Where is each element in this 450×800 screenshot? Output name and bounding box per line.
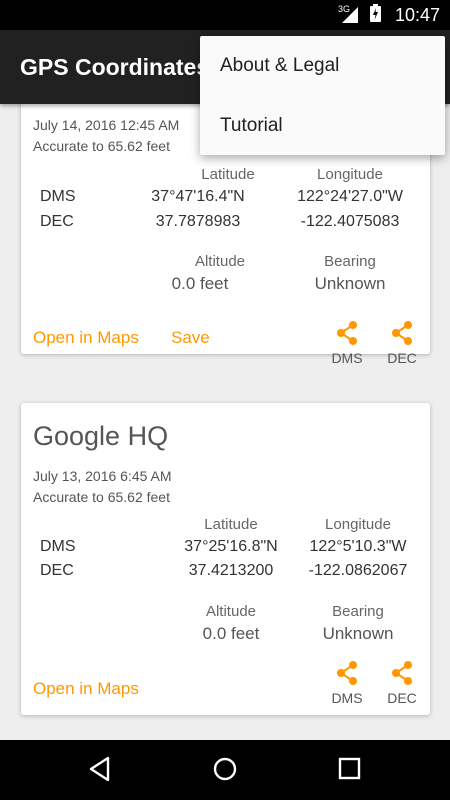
navigation-bar — [0, 740, 450, 800]
longitude-dec: -122.4075083 — [300, 213, 400, 230]
latitude-header: Latitude — [201, 166, 255, 183]
date-text: July 13, 2016 6:45 AM — [33, 468, 172, 484]
clock: 10:47 — [394, 4, 440, 25]
home-circle-icon — [213, 757, 237, 781]
bearing-value: Unknown — [322, 624, 394, 643]
share-dec-label: DEC — [387, 690, 417, 706]
share-dms-label: DMS — [331, 350, 363, 366]
recents-button[interactable] — [337, 755, 363, 788]
share-dms-button[interactable]: DMS — [325, 320, 369, 366]
dec-label: DEC — [40, 213, 74, 230]
share-dec-button[interactable]: DEC — [380, 320, 424, 366]
accuracy-text: Accurate to 65.62 feet — [33, 138, 170, 154]
share-dms-label: DMS — [331, 690, 363, 706]
menu-item-tutorial[interactable]: Tutorial — [200, 96, 445, 156]
status-bar: 3G 10:47 — [0, 0, 450, 30]
share-dms-button[interactable]: DMS — [325, 660, 369, 706]
altitude-header: Altitude — [194, 253, 246, 270]
menu-item-about-legal[interactable]: About & Legal — [200, 36, 445, 96]
back-button[interactable] — [87, 755, 113, 788]
signal-icon: 3G — [338, 4, 358, 23]
network-type: 3G — [337, 4, 350, 14]
latitude-header: Latitude — [204, 516, 258, 533]
dms-label: DMS — [40, 538, 76, 555]
recents-square-icon — [338, 757, 361, 780]
share-icon — [337, 661, 357, 685]
battery-icon — [369, 3, 381, 27]
overflow-menu: About & Legal Tutorial — [200, 36, 445, 155]
app-title: GPS Coordinates — [20, 53, 210, 80]
latitude-dms: 37°47'16.4"N — [151, 188, 245, 205]
altitude-value: 0.0 feet — [171, 274, 229, 293]
location-card: Google HQ July 13, 2016 6:45 AM Accurate… — [21, 403, 430, 715]
open-in-maps-button[interactable]: Open in Maps — [33, 679, 139, 699]
altitude-value: 0.0 feet — [202, 624, 260, 643]
longitude-header: Longitude — [317, 166, 383, 183]
latitude-dms: 37°25'16.8"N — [184, 538, 278, 555]
longitude-dms: 122°24'27.0"W — [297, 188, 403, 205]
accuracy-text: Accurate to 65.62 feet — [33, 489, 170, 505]
dec-label: DEC — [40, 562, 74, 579]
latitude-dec: 37.4213200 — [188, 562, 274, 579]
share-icon — [337, 321, 357, 345]
longitude-dms: 122°5'10.3"W — [309, 538, 407, 555]
bearing-value: Unknown — [314, 274, 386, 293]
share-icon — [392, 321, 412, 345]
longitude-dec: -122.0862067 — [308, 562, 408, 579]
home-button[interactable] — [211, 755, 239, 788]
bearing-header: Bearing — [324, 253, 376, 270]
location-list[interactable]: July 14, 2016 12:45 AM Accurate to 65.62… — [0, 104, 450, 740]
latitude-dec: 37.7878983 — [155, 213, 241, 230]
share-dec-label: DEC — [387, 350, 417, 366]
share-icon — [392, 661, 412, 685]
open-in-maps-button[interactable]: Open in Maps — [33, 328, 139, 348]
save-button[interactable]: Save — [171, 328, 210, 348]
back-triangle-icon — [89, 756, 110, 782]
location-name: Google HQ — [33, 421, 169, 451]
date-text: July 14, 2016 12:45 AM — [33, 117, 180, 133]
dms-label: DMS — [40, 188, 76, 205]
share-dec-button[interactable]: DEC — [380, 660, 424, 706]
bearing-header: Bearing — [332, 603, 384, 620]
longitude-header: Longitude — [325, 516, 391, 533]
altitude-header: Altitude — [205, 603, 257, 620]
